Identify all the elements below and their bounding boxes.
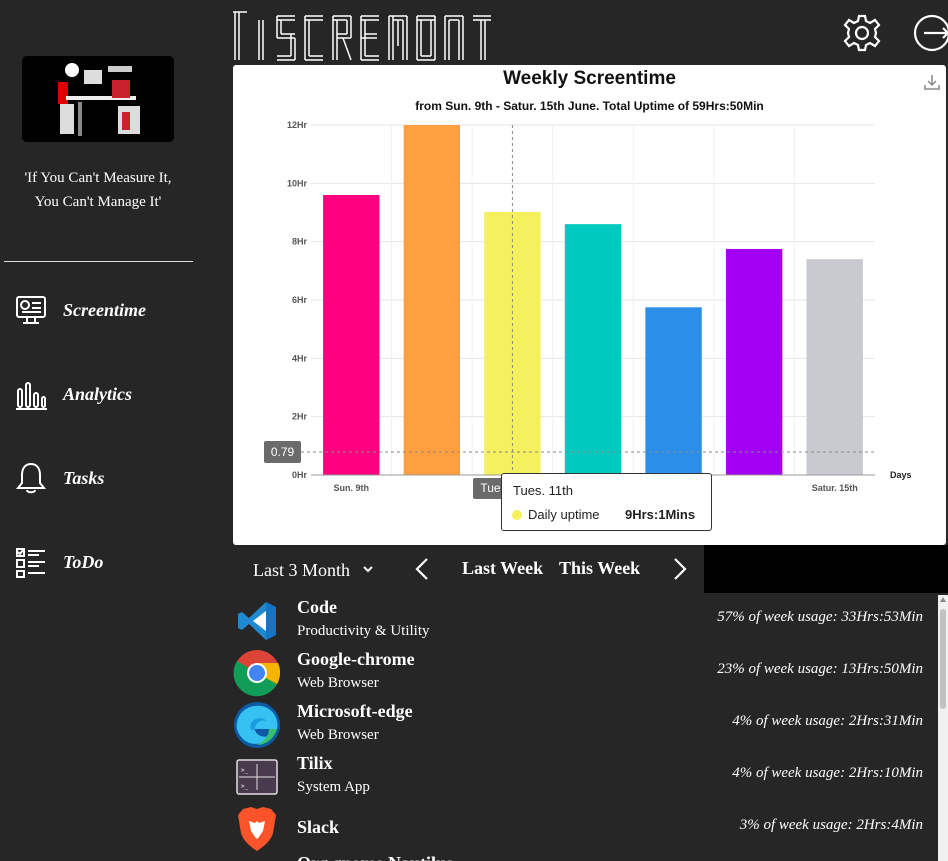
range-select-value: Last 3 Month [253, 559, 350, 580]
chart-bar [564, 224, 622, 475]
bar-chart-icon [12, 375, 50, 413]
list-item[interactable]: Slack 3% of week usage: 2Hrs:4Min [233, 803, 938, 855]
terminal-icon: >_ >_ [233, 755, 281, 799]
gear-icon [842, 14, 882, 57]
chart-bar [725, 248, 783, 475]
sidebar-item-label: Screentime [63, 299, 146, 320]
folder-icon [233, 855, 281, 861]
app-name: Microsoft-edge [297, 701, 413, 721]
bell-icon [12, 459, 50, 497]
next-week-button[interactable] [670, 556, 690, 582]
quote-text: 'If You Can't Measure It, You Can't Mana… [24, 170, 172, 210]
y-tick-label: 12Hr [287, 120, 308, 130]
app-usage: 3% of week usage: 2Hrs:4Min [739, 817, 923, 833]
app-name: Slack [297, 817, 340, 837]
chart-bar [645, 307, 702, 475]
y-tick-label: 8Hr [292, 237, 308, 247]
app-name: Org.gnome.Nautilus [297, 853, 453, 861]
chevron-down-icon [362, 563, 374, 578]
app-name: Code [297, 597, 337, 617]
tooltip-series-name: Daily uptime [528, 507, 600, 522]
tooltip-value: 9Hrs:1Mins [625, 507, 696, 522]
brave-icon [233, 807, 281, 851]
app-usage: 57% of week usage: 33Hrs:53Min [717, 609, 923, 625]
chrome-icon [233, 650, 281, 697]
svg-text:>_: >_ [241, 783, 249, 790]
sidebar: 'If You Can't Measure It, You Can't Mana… [0, 0, 200, 861]
tab-last-week[interactable]: Last Week [462, 558, 543, 579]
app-usage: 23% of week usage: 13Hrs:50Min [717, 661, 923, 677]
download-icon[interactable] [923, 73, 941, 91]
x-tick-label: Satur. 15th [812, 483, 858, 493]
chart-tooltip: Tues. 11th Daily uptime 9Hrs:1Mins [501, 473, 712, 531]
hero-illustration [22, 56, 174, 142]
scroll-thumb[interactable] [940, 609, 946, 709]
y-tick-label: 0Hr [292, 470, 308, 480]
app-category: Productivity & Utility [297, 623, 430, 639]
y-tick-label: 4Hr [292, 353, 308, 363]
sidebar-item-analytics[interactable]: Analytics [12, 374, 192, 414]
app-category: Web Browser [297, 727, 379, 743]
chart-bar [403, 125, 461, 475]
sidebar-item-todo[interactable]: ToDo [12, 542, 192, 582]
range-select[interactable]: Last 3 Month [253, 557, 383, 583]
logout-icon [912, 14, 948, 57]
y-tick-label: 10Hr [287, 178, 308, 188]
scrollbar[interactable] [938, 595, 948, 861]
app-category: Web Browser [297, 675, 379, 691]
edge-icon [233, 702, 281, 748]
blank-panel [704, 545, 948, 593]
tooltip-title: Tues. 11th [513, 483, 573, 498]
sidebar-item-label: Tasks [63, 467, 105, 488]
app-name: Google-chrome [297, 649, 415, 669]
app-usage: 4% of week usage: 2Hrs:31Min [732, 713, 923, 729]
app-usage-list: Code Productivity & Utility 57% of week … [233, 595, 938, 861]
app-usage: 4% of week usage: 2Hrs:10Min [732, 765, 923, 781]
logout-button[interactable] [912, 13, 948, 53]
list-item[interactable]: Google-chrome Web Browser 23% of week us… [233, 647, 938, 699]
list-item[interactable]: >_ >_ Tilix System App 4% of week usage:… [233, 751, 938, 803]
scroll-up-arrow-icon [940, 597, 946, 602]
list-item[interactable]: Code Productivity & Utility 57% of week … [233, 595, 938, 647]
app-name: Tilix [297, 753, 333, 773]
list-item[interactable]: Org.gnome.Nautilus [233, 851, 938, 861]
chart-title: Weekly Screentime [503, 68, 676, 89]
chart-bar [323, 195, 380, 475]
app-category: System App [297, 779, 370, 795]
chart-bar [806, 259, 863, 475]
sidebar-item-tasks[interactable]: Tasks [12, 458, 192, 498]
x-axis-title: Days [890, 470, 912, 480]
svg-text:>_: >_ [241, 767, 249, 774]
chevron-left-icon [412, 558, 432, 586]
x-tick-label: Sun. 9th [334, 483, 370, 493]
list-item[interactable]: Microsoft-edge Web Browser 4% of week us… [233, 699, 938, 751]
app-logo [233, 10, 493, 62]
sidebar-item-label: Analytics [63, 383, 133, 404]
monitor-icon [12, 291, 50, 329]
chart-subtitle: from Sun. 9th - Satur. 15th June. Total … [415, 99, 764, 113]
previous-week-button[interactable] [412, 556, 432, 582]
y-tick-label: 2Hr [292, 412, 308, 422]
sidebar-item-screentime[interactable]: Screentime [12, 290, 192, 330]
y-tick-label: 6Hr [292, 295, 308, 305]
vscode-icon [233, 599, 281, 643]
tooltip-color-dot [512, 510, 522, 520]
weekly-screentime-chart: 0Hr2Hr4Hr6Hr8Hr10Hr12HrSun. 9thThurs. 13… [233, 65, 946, 545]
crosshair-y-label: 0.79 [264, 441, 301, 463]
tab-this-week[interactable]: This Week [559, 558, 640, 579]
chevron-right-icon [670, 558, 690, 586]
checklist-icon [12, 543, 50, 581]
sidebar-divider [4, 261, 193, 262]
settings-button[interactable] [842, 13, 882, 53]
sidebar-item-label: ToDo [63, 551, 104, 572]
